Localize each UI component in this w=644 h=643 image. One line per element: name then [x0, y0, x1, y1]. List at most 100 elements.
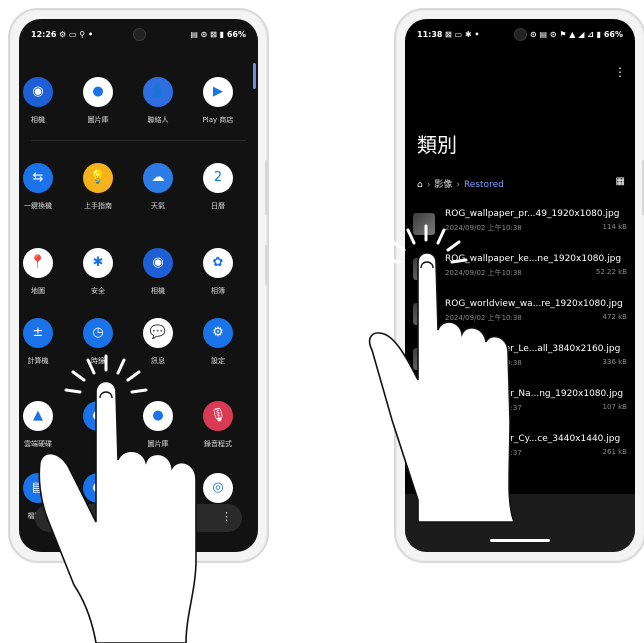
app-label: 訊息: [151, 357, 165, 365]
app-label: 時鐘: [91, 357, 105, 365]
grid-view-icon[interactable]: ▦: [616, 176, 625, 187]
app-icon-graphic: ●: [83, 401, 113, 431]
app-label: 安全: [91, 287, 105, 295]
app-glyph: ◎: [212, 480, 224, 495]
status-icons-left-right: ⊠ ▭ ✱ •: [445, 30, 480, 39]
app-glyph: 👤: [149, 84, 167, 99]
app-icon[interactable]: ✿ 相簿: [188, 248, 248, 296]
app-glyph: ⇆: [32, 170, 44, 185]
app-icon[interactable]: ⚙ 設定: [188, 318, 248, 366]
app-label: 聯絡人: [147, 116, 169, 124]
file-thumbnail: [413, 348, 435, 370]
app-label: 日曆: [211, 202, 225, 210]
file-row[interactable]: ROG_wallpaper_pr...49_1920x1080.jpg 2024/…: [413, 209, 627, 245]
nav-gesture-pill[interactable]: [490, 539, 550, 542]
status-time: 12:26: [31, 30, 57, 39]
app-icon[interactable]: ☁ 天氣: [128, 163, 188, 211]
app-icon[interactable]: ± 計算機: [19, 318, 68, 366]
app-glyph: ⚙: [212, 325, 224, 340]
app-glyph: 🎙: [209, 408, 227, 423]
status-bar-right: 11:38 ⊠ ▭ ✱ • ⊙ ▤ ⊙ ⚑ ▲ ◢ ⊿ ▮ 66%: [405, 19, 635, 49]
file-row[interactable]: ROG_wallpaper_ke...ne_1920x1080.jpg 2024/…: [413, 254, 627, 290]
app-glyph: ●: [152, 408, 164, 423]
app-icon[interactable]: ● 圖片庫: [68, 77, 128, 125]
file-thumbnail: [413, 213, 435, 235]
file-thumbnail: [413, 258, 435, 280]
search-icon: ⚲: [45, 510, 54, 523]
app-icon[interactable]: ◷ 時鐘: [68, 318, 128, 366]
app-icon[interactable]: ▶ Play 商店: [188, 77, 248, 125]
file-row[interactable]: ROG_wallpaper_Cy...ce_3440x1440.jpg 2024/…: [413, 434, 627, 470]
app-icon[interactable]: ▲ 雲端硬碟: [19, 401, 68, 449]
file-size: 261 kB: [602, 448, 627, 456]
more-vert-icon[interactable]: ⋮: [614, 65, 626, 79]
status-time-right: 11:38: [417, 30, 443, 39]
power-button: [265, 160, 269, 215]
scrollbar-thumb[interactable]: [253, 63, 256, 89]
app-glyph: ±: [32, 325, 44, 340]
app-glyph: 2: [213, 170, 223, 185]
app-icon-graphic: ●: [143, 401, 173, 431]
file-date: 2024/09/02 上午10:37: [445, 449, 522, 457]
app-icon[interactable]: ✱ 安全: [68, 248, 128, 296]
breadcrumb-item-images[interactable]: 影像: [434, 180, 452, 190]
page-title: 類別: [417, 133, 457, 157]
left-phone-screen: 12:26 ⚙ ▭ ⚲ • ▤ ⊙ ⊠ ▮ 66% ◉ 相機 ● 圖片庫 👤 聯絡人 ▶ Pl…: [19, 19, 258, 552]
app-icon-graphic: ▲: [23, 401, 53, 431]
app-icon[interactable]: ●: [68, 401, 128, 439]
app-icon-graphic: ◎: [203, 473, 233, 503]
file-size: 107 kB: [602, 403, 627, 411]
app-icon[interactable]: 👤 聯絡人: [128, 77, 188, 125]
app-search-bar[interactable]: ⚲ 尋 ⋮: [35, 504, 242, 532]
app-glyph: ●: [92, 84, 104, 99]
file-thumbnail: [413, 303, 435, 325]
breadcrumb: ⌂ › 影像 › Restored: [417, 180, 504, 190]
more-vert-icon[interactable]: ⋮: [221, 510, 232, 523]
app-label: 設定: [211, 357, 225, 365]
status-icons-right: ▤ ⊙ ⊠ ▮ 66%: [190, 30, 246, 39]
app-label: 圖片庫: [87, 116, 109, 124]
breadcrumb-item-restored[interactable]: Restored: [464, 180, 504, 190]
file-name: ROG_wallpaper_Na...ng_1920x1080.jpg: [445, 389, 624, 399]
app-glyph: ◷: [92, 325, 104, 340]
app-icon-graphic: ▶: [203, 77, 233, 107]
app-glyph: ◉: [32, 84, 44, 99]
app-icon-graphic: ◉: [23, 77, 53, 107]
app-icon[interactable]: ● 圖片庫: [128, 401, 188, 449]
app-label: 相機: [31, 116, 45, 124]
app-label: 相簿: [211, 287, 225, 295]
file-row[interactable]: ROG_wallpaper_Le...all_3840x2160.jpg 2024…: [413, 344, 627, 380]
app-icon-graphic: 🎙: [203, 401, 233, 431]
app-icon-graphic: ⚙: [203, 318, 233, 348]
file-name: ROG_wallpaper_ke...ne_1920x1080.jpg: [445, 254, 622, 264]
app-icon[interactable]: ◉ 相機: [128, 248, 188, 296]
app-icon-graphic: ✱: [83, 248, 113, 278]
app-icon[interactable]: 💡 上手指南: [68, 163, 128, 211]
search-placeholder: 尋: [61, 514, 69, 523]
app-label: 天氣: [151, 202, 165, 210]
divider: [31, 140, 246, 141]
file-name: ROG_worldview_wa...re_1920x1080.jpg: [445, 299, 623, 309]
left-phone-frame: 12:26 ⚙ ▭ ⚲ • ▤ ⊙ ⊠ ▮ 66% ◉ 相機 ● 圖片庫 👤 聯絡人 ▶ Pl…: [8, 8, 269, 563]
file-thumbnail: [413, 438, 435, 460]
app-icon[interactable]: 📍 地圖: [19, 248, 68, 296]
file-row[interactable]: ROG_wallpaper_Na...ng_1920x1080.jpg 2024/…: [413, 389, 627, 425]
home-icon[interactable]: ⌂: [417, 180, 423, 190]
app-icon[interactable]: ⇆ 一鍵換機: [19, 163, 68, 211]
app-icon-graphic: ▤: [23, 473, 53, 503]
app-icon[interactable]: ◉ 相機: [19, 77, 68, 125]
app-glyph: 📍: [29, 255, 47, 270]
app-icon-graphic: ◉: [143, 248, 173, 278]
app-icon[interactable]: 🎙 錄音程式: [188, 401, 248, 449]
app-icon[interactable]: 2 日曆: [188, 163, 248, 211]
app-glyph: ▤: [31, 480, 45, 495]
file-row[interactable]: ROG_worldview_wa...re_1920x1080.jpg 2024/…: [413, 299, 627, 335]
file-thumbnail: [413, 393, 435, 415]
bottom-area: [405, 494, 635, 552]
app-icon[interactable]: 💬 訊息: [128, 318, 188, 366]
status-icons-right-right: ⊙ ▤ ⊙ ⚑ ▲ ◢ ⊿ ▮ 66%: [530, 30, 623, 39]
app-icon-graphic: ☁: [143, 163, 173, 193]
file-size: 336 kB: [602, 358, 627, 366]
app-icon-graphic: ✿: [203, 248, 233, 278]
app-glyph: ●: [92, 408, 104, 423]
